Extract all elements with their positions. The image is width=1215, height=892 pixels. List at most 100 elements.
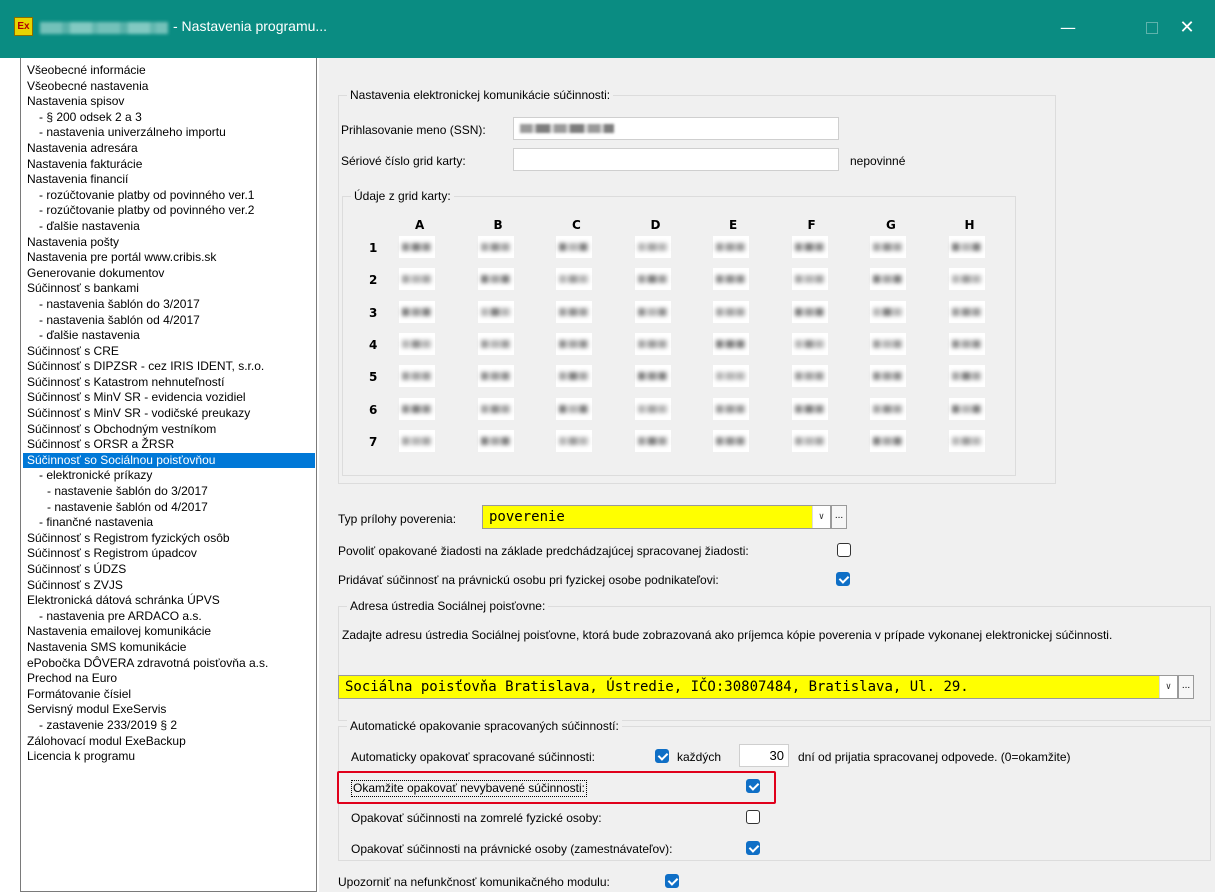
tree-item[interactable]: Súčinnosť s bankami (25, 281, 315, 297)
auto-repeat-label: Automaticky opakovať spracované súčinnos… (351, 750, 595, 764)
tree-item[interactable]: - nastavenia šablón od 4/2017 (25, 313, 315, 329)
redacted-value (794, 404, 825, 413)
annotation-highlight-box (337, 771, 776, 804)
grid-column-header: E (729, 218, 738, 232)
tree-item[interactable]: - nastavenia pre ARDACO a.s. (25, 609, 315, 625)
tree-item[interactable]: Súčinnosť s Registrom úpadcov (25, 546, 315, 562)
attachment-browse-button[interactable]: ... (831, 505, 847, 529)
address-select[interactable]: Sociálna poisťovňa Bratislava, Ústredie,… (338, 675, 1178, 699)
grid-cell-redacted (399, 397, 435, 420)
auto-repeat-checkbox[interactable] (655, 749, 669, 763)
days-input[interactable]: 30 (739, 744, 789, 767)
tree-item[interactable]: Nastavenia spisov (25, 94, 315, 110)
tree-item[interactable]: - elektronické príkazy (25, 468, 315, 484)
grid-cell-redacted (634, 365, 671, 388)
tree-item[interactable]: - nastavenia univerzálneho importu (25, 125, 315, 141)
redacted-value (480, 243, 511, 251)
address-browse-button[interactable]: ... (1178, 675, 1194, 699)
redacted-value (559, 307, 589, 316)
repeat-requests-label: Povoliť opakované žiadosti na základe pr… (338, 544, 749, 558)
tree-item[interactable]: Súčinnosť s MinV SR - evidencia vozidiel (25, 390, 315, 406)
grid-cell-redacted (870, 429, 906, 452)
redacted-value (559, 243, 589, 251)
chevron-down-icon[interactable]: ∨ (812, 506, 830, 528)
grid-cell-redacted (791, 365, 828, 388)
close-button[interactable]: ✕ (1172, 14, 1202, 42)
redacted-value (794, 243, 825, 251)
redacted-value (402, 436, 432, 445)
tree-item[interactable]: ePobočka DÔVERA zdravotná poisťovňa a.s. (25, 656, 315, 672)
tree-item[interactable]: Licencia k programu (25, 749, 315, 765)
redacted-value (559, 339, 589, 348)
grid-cell-redacted (948, 332, 985, 355)
redacted-value (637, 436, 668, 445)
grid-cell-redacted (634, 332, 671, 355)
tree-item[interactable]: Nastavenia fakturácie (25, 157, 315, 173)
tree-item[interactable]: Súčinnosť s ZVJS (25, 578, 315, 594)
tree-item[interactable]: Súčinnosť s DIPZSR - cez IRIS IDENT, s.r… (25, 359, 315, 375)
tree-item[interactable]: - nastavenia šablón do 3/2017 (25, 297, 315, 313)
tree-item[interactable]: Súčinnosť s CRE (25, 344, 315, 360)
grid-cell-redacted (556, 429, 592, 452)
tree-item[interactable]: Nastavenia pre portál www.cribis.sk (25, 250, 315, 266)
serial-input[interactable] (513, 148, 839, 171)
login-input[interactable] (513, 117, 839, 140)
tree-item[interactable]: - rozúčtovanie platby od povinného ver.2 (25, 203, 315, 219)
tree-item[interactable]: Nastavenia SMS komunikácie (25, 640, 315, 656)
tree-item[interactable]: Všeobecné informácie (25, 63, 315, 79)
grid-cell-redacted (477, 268, 514, 291)
tree-item[interactable]: - ďalšie nastavenia (25, 328, 315, 344)
tree-item[interactable]: Nastavenia emailovej komunikácie (25, 624, 315, 640)
redacted-value (402, 275, 432, 284)
attachment-type-select[interactable]: poverenie ∨ (482, 505, 831, 529)
redacted-value (402, 404, 432, 413)
notify-checkbox[interactable] (665, 874, 679, 888)
redacted-value (402, 339, 432, 348)
grid-cell-redacted (477, 300, 514, 323)
legal-person-checkbox[interactable] (836, 572, 850, 586)
deceased-repeat-checkbox[interactable] (746, 810, 760, 824)
grid-row-number: 4 (369, 337, 378, 352)
tree-item[interactable]: Súčinnosť s MinV SR - vodičské preukazy (25, 406, 315, 422)
tree-item[interactable]: - § 200 odsek 2 a 3 (25, 110, 315, 126)
tree-item[interactable]: Nastavenia financií (25, 172, 315, 188)
redacted-value (873, 243, 903, 251)
tree-item[interactable]: Súčinnosť so Sociálnou poisťovňou (23, 452, 315, 469)
grid-cell-redacted (399, 300, 435, 323)
tree-item[interactable]: - ďalšie nastavenia (25, 219, 315, 235)
grid-cell-redacted (556, 300, 592, 323)
tree-item[interactable]: Prechod na Euro (25, 671, 315, 687)
tree-item[interactable]: Servisný modul ExeServis (25, 702, 315, 718)
redacted-value (873, 339, 903, 348)
grid-cell-redacted (870, 300, 906, 323)
tree-item[interactable]: Súčinnosť s Obchodným vestníkom (25, 422, 315, 438)
tree-item[interactable]: Generovanie dokumentov (25, 266, 315, 282)
tree-item[interactable]: Nastavenia pošty (25, 235, 315, 251)
tree-item[interactable]: - rozúčtovanie platby od povinného ver.1 (25, 188, 315, 204)
grid-card-title: Údaje z grid karty: (351, 189, 454, 204)
tree-item[interactable]: Elektronická dátová schránka ÚPVS (25, 593, 315, 609)
tree-item[interactable]: Súčinnosť s Katastrom nehnuteľností (25, 375, 315, 391)
login-label: Prihlasovanie meno (SSN): (341, 123, 486, 137)
chevron-down-icon[interactable]: ∨ (1159, 676, 1177, 698)
redacted-value (480, 339, 511, 348)
redacted-value (794, 275, 825, 284)
tree-item[interactable]: - zastavenie 233/2019 § 2 (25, 718, 315, 734)
redacted-value (480, 436, 511, 445)
tree-item[interactable]: Súčinnosť s ORSR a ŽRSR (25, 437, 315, 453)
tree-item[interactable]: - finančné nastavenia (25, 515, 315, 531)
grid-cell-redacted (399, 365, 435, 388)
tree-item[interactable]: Súčinnosť s Registrom fyzických osôb (25, 531, 315, 547)
grid-column-header: D (650, 218, 661, 232)
tree-item[interactable]: Súčinnosť s ÚDZS (25, 562, 315, 578)
tree-item[interactable]: Formátovanie čísiel (25, 687, 315, 703)
tree-item[interactable]: - nastavenie šablón od 4/2017 (25, 500, 315, 516)
tree-item[interactable]: Všeobecné nastavenia (25, 79, 315, 95)
employers-repeat-checkbox[interactable] (746, 841, 760, 855)
tree-item[interactable]: - nastavenie šablón do 3/2017 (25, 484, 315, 500)
tree-item[interactable]: Nastavenia adresára (25, 141, 315, 157)
minimize-button[interactable]: — (1053, 14, 1083, 42)
tree-item[interactable]: Zálohovací modul ExeBackup (25, 734, 315, 750)
repeat-requests-checkbox[interactable] (837, 543, 851, 557)
redacted-value (716, 275, 746, 284)
